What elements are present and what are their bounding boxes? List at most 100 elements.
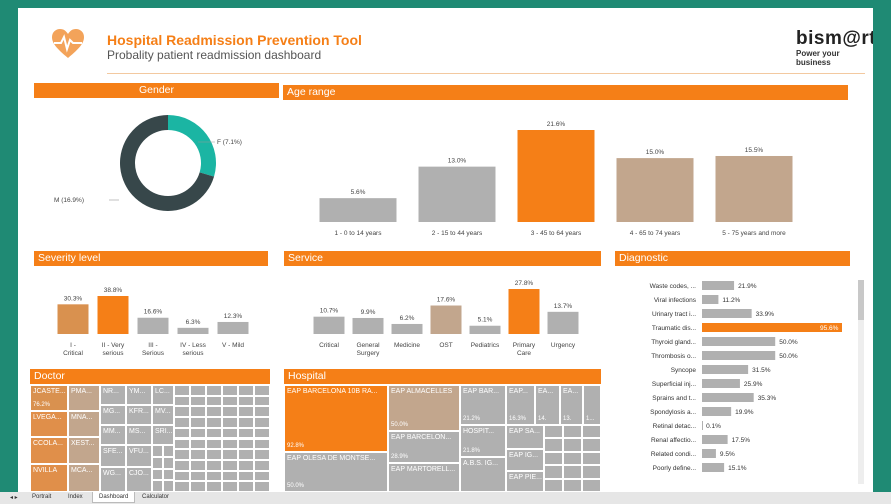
doctor-cell[interactable]: NR...: [100, 385, 126, 405]
treemap-small-cell[interactable]: [238, 481, 254, 492]
treemap-small-cell[interactable]: [174, 481, 190, 492]
treemap-small-cell[interactable]: [254, 481, 270, 492]
treemap-small-cell[interactable]: [582, 438, 601, 452]
hospital-cell[interactable]: EAP MARTORELL...: [388, 463, 460, 492]
doctor-cell[interactable]: YM...: [126, 385, 152, 405]
tab-calculator[interactable]: Calculator: [142, 494, 169, 500]
doctor-cell[interactable]: JCASTE... 76.2%: [30, 385, 68, 411]
treemap-small-cell[interactable]: [582, 465, 601, 479]
treemap-small-cell[interactable]: [206, 417, 222, 428]
treemap-small-cell[interactable]: [206, 481, 222, 492]
hospital-cell[interactable]: EAP IG...: [506, 449, 544, 471]
doctor-cell[interactable]: MS...: [126, 425, 152, 445]
hospital-cell[interactable]: EA... 13.: [560, 385, 583, 425]
tab-nav-arrows[interactable]: ◂ ▸: [10, 494, 18, 501]
treemap-small-cell[interactable]: [190, 459, 206, 471]
treemap-small-cell[interactable]: [238, 385, 254, 396]
treemap-small-cell[interactable]: [544, 425, 563, 439]
treemap-small-cell[interactable]: [238, 417, 254, 428]
treemap-small-cell[interactable]: [190, 406, 206, 418]
doctor-cell[interactable]: MV...: [152, 405, 174, 425]
treemap-small-cell[interactable]: [190, 438, 206, 450]
doctor-cell[interactable]: LVEGA...: [30, 411, 68, 437]
doctor-cell[interactable]: MNA...: [68, 411, 100, 437]
treemap-small-cell[interactable]: [254, 395, 270, 407]
hospital-cell[interactable]: EAP PIE...: [506, 471, 544, 492]
doctor-cell[interactable]: XEST...: [68, 437, 100, 464]
treemap-small-cell[interactable]: [238, 470, 254, 482]
treemap-small-cell[interactable]: [206, 395, 222, 407]
hospital-cell[interactable]: A.B.S. IG...: [460, 457, 506, 492]
hospital-cell[interactable]: EAP OLESA DE MONTSE... 50.0%: [284, 452, 388, 492]
treemap-small-cell[interactable]: [238, 459, 254, 471]
treemap-small-cell[interactable]: [174, 470, 190, 482]
treemap-small-cell[interactable]: [238, 406, 254, 418]
treemap-small-cell[interactable]: [222, 459, 238, 471]
doctor-cell[interactable]: SFE...: [100, 445, 126, 467]
treemap-small-cell[interactable]: [582, 478, 601, 492]
treemap-small-cell[interactable]: [563, 478, 582, 492]
treemap-small-cell[interactable]: [206, 470, 222, 482]
treemap-small-cell[interactable]: [163, 468, 174, 481]
treemap-small-cell[interactable]: [206, 459, 222, 471]
hospital-cell[interactable]: EAP BAR... 21.2%: [460, 385, 506, 425]
doctor-cell[interactable]: VFU...: [126, 445, 152, 467]
treemap-small-cell[interactable]: [163, 445, 174, 457]
treemap-small-cell[interactable]: [152, 480, 163, 492]
treemap-small-cell[interactable]: [163, 480, 174, 492]
treemap-small-cell[interactable]: [563, 465, 582, 479]
doctor-cell[interactable]: CJO...: [126, 467, 152, 492]
hospital-cell[interactable]: 1...: [583, 385, 601, 425]
treemap-small-cell[interactable]: [174, 385, 190, 396]
treemap-small-cell[interactable]: [254, 438, 270, 450]
treemap-small-cell[interactable]: [222, 449, 238, 460]
hospital-cell[interactable]: EAP BARCELONA 10B RA... 92.8%: [284, 385, 388, 452]
treemap-small-cell[interactable]: [544, 465, 563, 479]
doctor-cell[interactable]: NVILLA: [30, 464, 68, 492]
treemap-small-cell[interactable]: [544, 451, 563, 466]
treemap-small-cell[interactable]: [206, 406, 222, 418]
treemap-small-cell[interactable]: [582, 451, 601, 466]
doctor-cell[interactable]: CCOLA...: [30, 437, 68, 464]
treemap-small-cell[interactable]: [152, 456, 163, 469]
treemap-small-cell[interactable]: [238, 438, 254, 450]
treemap-small-cell[interactable]: [254, 417, 270, 428]
treemap-small-cell[interactable]: [222, 427, 238, 439]
hospital-cell[interactable]: EAP... 16.3%: [506, 385, 535, 425]
treemap-small-cell[interactable]: [190, 449, 206, 460]
treemap-small-cell[interactable]: [190, 427, 206, 439]
treemap-small-cell[interactable]: [163, 456, 174, 469]
treemap-small-cell[interactable]: [222, 470, 238, 482]
doctor-cell[interactable]: PMA...: [68, 385, 100, 411]
hospital-cell[interactable]: HOSPIT... 21.8%: [460, 425, 506, 457]
treemap-small-cell[interactable]: [152, 445, 163, 457]
treemap-small-cell[interactable]: [190, 395, 206, 407]
treemap-small-cell[interactable]: [174, 417, 190, 428]
doctor-cell[interactable]: MM...: [100, 425, 126, 445]
doctor-cell[interactable]: MCA...: [68, 464, 100, 492]
doctor-cell[interactable]: MG...: [100, 405, 126, 425]
treemap-small-cell[interactable]: [206, 385, 222, 396]
treemap-small-cell[interactable]: [222, 395, 238, 407]
treemap-small-cell[interactable]: [254, 427, 270, 439]
treemap-small-cell[interactable]: [544, 438, 563, 452]
treemap-small-cell[interactable]: [222, 417, 238, 428]
treemap-small-cell[interactable]: [238, 395, 254, 407]
treemap-small-cell[interactable]: [563, 438, 582, 452]
tab-dashboard[interactable]: Dashboard: [92, 492, 136, 503]
treemap-small-cell[interactable]: [206, 438, 222, 450]
treemap-small-cell[interactable]: [206, 449, 222, 460]
treemap-small-cell[interactable]: [152, 468, 163, 481]
tab-portrait[interactable]: Portrait: [32, 494, 51, 500]
doctor-cell[interactable]: LC...: [152, 385, 174, 405]
treemap-small-cell[interactable]: [206, 427, 222, 439]
tab-index[interactable]: Index: [68, 494, 83, 500]
doctor-cell[interactable]: KFR...: [126, 405, 152, 425]
treemap-small-cell[interactable]: [563, 425, 582, 439]
treemap-small-cell[interactable]: [254, 470, 270, 482]
treemap-small-cell[interactable]: [222, 385, 238, 396]
treemap-small-cell[interactable]: [174, 459, 190, 471]
hospital-cell[interactable]: EAP ALMACELLES 50.0%: [388, 385, 460, 431]
treemap-small-cell[interactable]: [238, 427, 254, 439]
treemap-small-cell[interactable]: [254, 459, 270, 471]
